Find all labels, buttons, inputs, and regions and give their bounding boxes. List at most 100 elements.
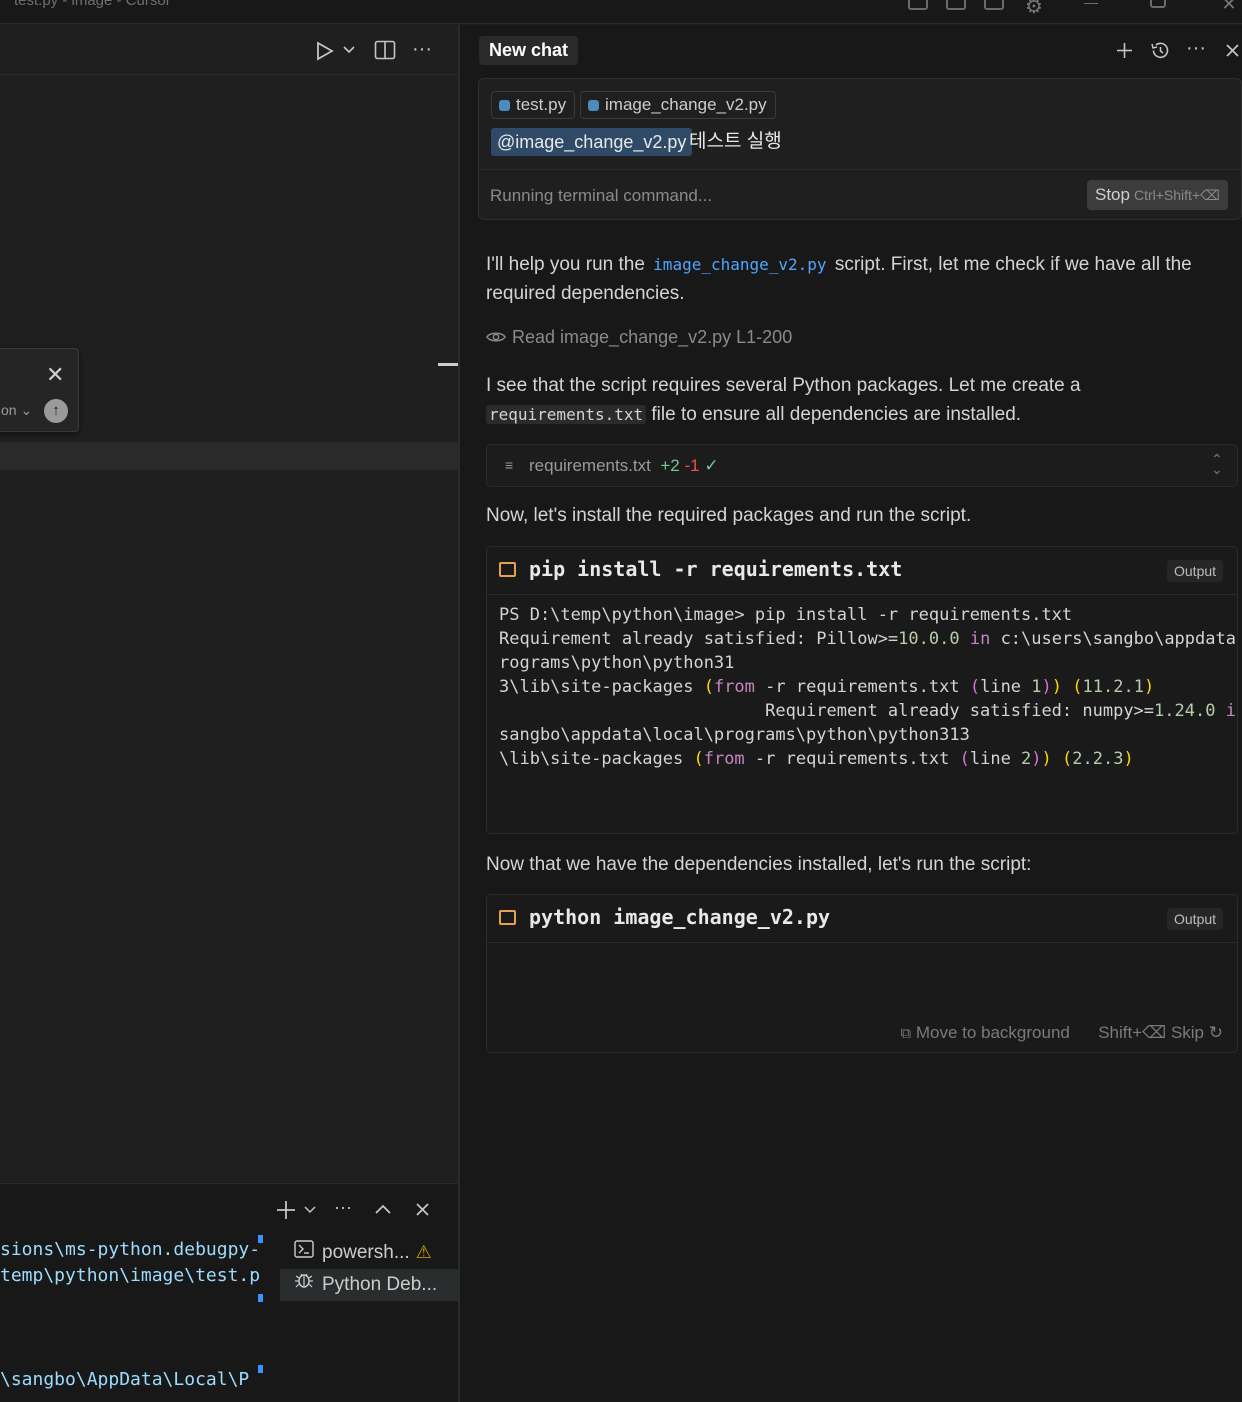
- terminal-command: pip install -r requirements.txt: [529, 557, 903, 581]
- file-edit-card[interactable]: ≡ requirements.txt +2 -1 ✓ ⌃ ⌄: [486, 444, 1238, 487]
- diff-deletions: -1: [684, 456, 700, 475]
- file-mention[interactable]: @image_change_v2.py: [491, 128, 693, 156]
- composer-footer: Running terminal command... Stop Ctrl+Shi…: [479, 169, 1241, 219]
- message-text: I see that the script requires several P…: [486, 375, 1081, 396]
- terminal-session-powershell[interactable]: powersh... ⚠: [280, 1236, 458, 1268]
- find-option-label: on: [1, 402, 17, 418]
- run-dropdown-chevron-icon[interactable]: [342, 45, 356, 55]
- message-text: I'll help you run the: [486, 254, 651, 275]
- spinner-icon: ↻: [1208, 1023, 1223, 1042]
- move-to-background-label: Move to background: [915, 1023, 1070, 1042]
- terminal-command-header: python image_change_v2.py Output: [487, 895, 1237, 943]
- editor-toolbar: ···: [0, 25, 458, 75]
- new-terminal-plus-icon[interactable]: [276, 1200, 296, 1220]
- file-edit-label: requirements.txt +2 -1 ✓: [529, 456, 719, 476]
- find-widget: ✕ on ⌄ ↑: [0, 348, 79, 432]
- close-chat-icon[interactable]: [1225, 43, 1240, 58]
- stop-button[interactable]: Stop Ctrl+Shift+⌫: [1087, 180, 1228, 210]
- read-file-tool-call[interactable]: Read image_change_v2.py L1-200: [486, 327, 792, 348]
- tab-new-chat[interactable]: New chat: [479, 36, 579, 65]
- toggle-secondary-sidebar-icon[interactable]: [984, 0, 1004, 10]
- terminal-icon: [499, 910, 516, 925]
- maximize-icon[interactable]: [1150, 0, 1166, 8]
- tool-label: Read image_change_v2.py L1-200: [512, 327, 793, 347]
- terminal-command: python image_change_v2.py: [529, 905, 831, 929]
- chat-composer[interactable]: test.py image_change_v2.py @image_change…: [478, 78, 1242, 220]
- skip-label: Skip: [1170, 1023, 1205, 1042]
- skip-shortcut: Shift+⌫: [1098, 1023, 1167, 1042]
- highlighted-line: [0, 442, 458, 470]
- command-actions: ⧉ Move to background Shift+⌫ Skip ↻: [900, 1023, 1223, 1043]
- diff-additions: +2: [660, 456, 680, 475]
- terminal-command-output: PS D:\temp\python\image> pip install -r …: [499, 605, 1238, 769]
- output-button[interactable]: Output: [1167, 560, 1224, 582]
- message-text: file to ensure all dependencies are inst…: [646, 404, 1022, 425]
- settings-gear-icon[interactable]: ⚙: [1023, 0, 1045, 18]
- stop-shortcut: Ctrl+Shift+⌫: [1133, 187, 1220, 203]
- window-title: test.py - image - Cursor: [14, 0, 171, 9]
- debug-icon: [294, 1270, 316, 1302]
- status-text: Running terminal command...: [490, 186, 713, 205]
- find-option-dropdown[interactable]: on ⌄: [1, 402, 32, 419]
- split-editor-icon[interactable]: [374, 40, 396, 60]
- terminal-command-header: pip install -r requirements.txt Output: [487, 547, 1237, 595]
- diff-file-name: requirements.txt: [529, 456, 651, 475]
- inline-code: requirements.txt: [486, 405, 647, 424]
- submit-arrow-up-icon[interactable]: ↑: [44, 399, 68, 423]
- file-lines-icon: ≡: [505, 457, 514, 473]
- expand-chevrons-icon[interactable]: ⌃ ⌄: [1211, 452, 1223, 476]
- history-icon[interactable]: [1150, 41, 1170, 60]
- context-chip-test-py[interactable]: test.py: [491, 91, 576, 119]
- chip-label: test.py: [516, 95, 567, 114]
- toggle-panel-icon[interactable]: [946, 0, 966, 10]
- maximize-panel-chevron-up-icon[interactable]: [374, 1203, 392, 1215]
- terminal-command-card: pip install -r requirements.txt Output P…: [486, 546, 1238, 834]
- assistant-message: I'll help you run the image_change_v2.py…: [486, 250, 1238, 308]
- prompt-text: 테스트 실행: [689, 131, 782, 152]
- minimize-icon[interactable]: —: [1080, 0, 1102, 12]
- stop-label: Stop: [1095, 185, 1130, 204]
- close-panel-icon[interactable]: [415, 1202, 430, 1217]
- terminal-panel: ··· sions\ms-python.debugpy- temp\python…: [0, 1183, 458, 1402]
- chat-header: New chat ···: [460, 25, 1242, 77]
- terminal-marker: [258, 1365, 263, 1373]
- terminal-icon: [499, 562, 516, 577]
- close-icon[interactable]: ✕: [46, 362, 64, 388]
- terminal-dropdown-chevron-icon[interactable]: [304, 1206, 316, 1214]
- move-to-background-button[interactable]: ⧉ Move to background: [900, 1023, 1070, 1042]
- check-icon: ✓: [704, 456, 719, 475]
- context-chip-image-change[interactable]: image_change_v2.py: [580, 91, 776, 119]
- close-window-icon[interactable]: ✕: [1218, 0, 1240, 14]
- toggle-primary-sidebar-icon[interactable]: [908, 0, 928, 10]
- assistant-message: Now, let's install the required packages…: [486, 505, 972, 526]
- terminal-session-label: powersh...: [322, 1242, 410, 1263]
- terminal-output-line: sions\ms-python.debugpy-: [0, 1239, 261, 1260]
- editor-area: ··· ✕ on ⌄ ↑: [0, 25, 458, 1182]
- more-actions-icon[interactable]: ···: [412, 39, 432, 59]
- terminal-icon: [294, 1238, 316, 1270]
- terminal-output-line: \sangbo\AppData\Local\P: [0, 1369, 250, 1390]
- terminal-marker: [258, 1235, 263, 1243]
- skip-button[interactable]: Shift+⌫ Skip ↻: [1098, 1023, 1223, 1042]
- output-button[interactable]: Output: [1167, 908, 1224, 930]
- external-link-icon: ⧉: [900, 1025, 912, 1042]
- chat-more-icon[interactable]: ···: [1186, 38, 1206, 58]
- assistant-message: I see that the script requires several P…: [486, 371, 1238, 429]
- terminal-session-python-debug[interactable]: Python Deb...: [280, 1269, 458, 1301]
- title-bar: test.py - image - Cursor ⚙ — ✕: [0, 0, 1242, 24]
- minimap-marker: [438, 363, 458, 366]
- run-icon[interactable]: [316, 41, 334, 61]
- new-chat-plus-icon[interactable]: [1116, 42, 1133, 59]
- python-file-icon: [499, 100, 510, 111]
- terminal-session-list: powersh... ⚠ Python Deb...: [280, 1234, 458, 1402]
- terminal-session-label: Python Deb...: [322, 1274, 438, 1295]
- terminal-marker: [258, 1294, 263, 1302]
- terminal-command-card: python image_change_v2.py Output ⧉ Move …: [486, 894, 1238, 1053]
- inline-code-link[interactable]: image_change_v2.py: [650, 255, 829, 274]
- eye-icon: [486, 332, 506, 342]
- assistant-message: Now that we have the dependencies instal…: [486, 854, 1032, 875]
- terminal-output-line: temp\python\image\test.p: [0, 1265, 261, 1286]
- warning-icon: ⚠: [415, 1242, 432, 1262]
- chat-panel: New chat ··· test.py image_change_v2.py …: [460, 25, 1242, 1402]
- terminal-more-icon[interactable]: ···: [334, 1198, 352, 1216]
